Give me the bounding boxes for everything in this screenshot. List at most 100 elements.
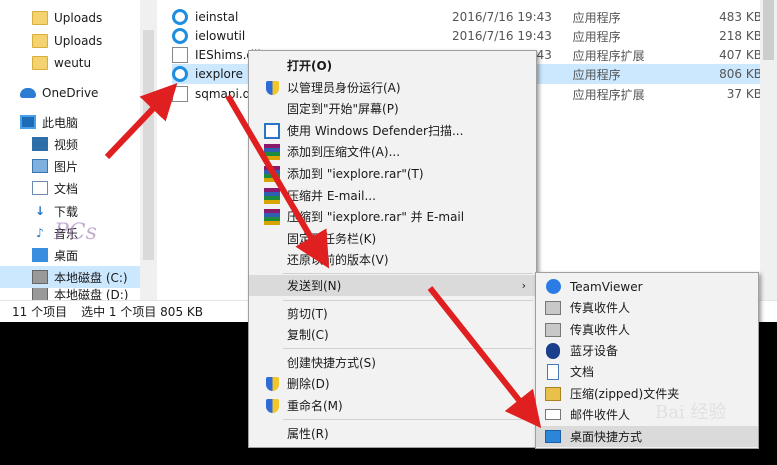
menu-item-label: 重命名(M) xyxy=(287,399,343,413)
menu-item-compress-email[interactable]: 压缩并 E-mail... xyxy=(249,185,536,206)
nav-item-local-disk-c[interactable]: 本地磁盘 (C:) xyxy=(0,266,140,288)
music-icon: ♪ xyxy=(36,226,44,240)
windows-defender-icon xyxy=(264,122,280,139)
disk-icon xyxy=(32,288,48,300)
nav-item-label: 文档 xyxy=(54,181,79,196)
file-row-ieinstal[interactable]: ieinstal 2016/7/16 19:43 应用程序 483 KB xyxy=(172,7,762,27)
uac-shield-icon xyxy=(265,80,279,95)
watermark-baidu-jingyan: Bai 经验 xyxy=(655,402,727,423)
winrar-icon xyxy=(264,165,280,182)
menu-item-label: 还原以前的版本(V) xyxy=(287,253,389,267)
file-size: 218 KB xyxy=(719,29,762,43)
winrar-icon xyxy=(264,143,280,160)
watermark-logo: PCs xyxy=(54,220,97,245)
nav-item-uploads[interactable]: Uploads xyxy=(32,7,102,29)
ie-icon xyxy=(172,9,188,25)
file-size: 806 KB xyxy=(719,67,762,81)
nav-item-label: 此电脑 xyxy=(42,115,79,130)
file-name: ielowutil xyxy=(195,29,246,43)
nav-item-label: 图片 xyxy=(54,159,79,174)
menu-item-run-as-admin[interactable]: 以管理员身份运行(A) xyxy=(249,77,536,98)
menu-item-open[interactable]: 打开(O) xyxy=(249,55,536,76)
this-pc-icon xyxy=(20,115,36,129)
nav-item-desktop[interactable]: 桌面 xyxy=(32,244,78,266)
nav-item-downloads[interactable]: ↓ 下载 xyxy=(32,200,78,222)
send-to-documents[interactable]: 文档 xyxy=(536,361,758,382)
nav-item-label: 桌面 xyxy=(54,248,79,263)
folder-icon xyxy=(32,56,48,70)
menu-item-cut[interactable]: 剪切(T) xyxy=(249,303,536,324)
menu-item-pin-to-start[interactable]: 固定到"开始"屏幕(P) xyxy=(249,98,536,119)
menu-item-label: 打开(O) xyxy=(287,59,333,73)
menu-separator xyxy=(283,419,533,420)
nav-item-uploads-2[interactable]: Uploads xyxy=(32,30,102,52)
file-type: 应用程序 xyxy=(572,67,621,82)
send-to-fax-recipient[interactable]: 传真收件人 xyxy=(536,297,758,318)
menu-separator xyxy=(283,300,533,301)
dll-icon xyxy=(172,47,188,63)
submenu-item-label: 桌面快捷方式 xyxy=(570,430,643,444)
nav-item-documents[interactable]: 文档 xyxy=(32,177,78,199)
menu-separator xyxy=(283,273,533,274)
menu-item-pin-to-taskbar[interactable]: 固定到任务栏(K) xyxy=(249,228,536,249)
menu-item-label: 以管理员身份运行(A) xyxy=(287,81,401,95)
teamviewer-icon xyxy=(545,279,561,294)
nav-item-label: Uploads xyxy=(54,34,103,48)
nav-item-videos[interactable]: 视频 xyxy=(32,133,78,155)
zip-folder-icon xyxy=(545,386,561,401)
nav-item-weutu[interactable]: weutu xyxy=(32,52,91,74)
scrollbar-thumb[interactable] xyxy=(763,0,774,60)
menu-item-properties[interactable]: 属性(R) xyxy=(249,423,536,444)
selection-info: 选中 1 个项目 805 KB xyxy=(81,305,203,319)
menu-item-send-to[interactable]: 发送到(N) › xyxy=(249,275,536,296)
winrar-icon xyxy=(264,187,280,204)
send-to-fax-recipient-2[interactable]: 传真收件人 xyxy=(536,319,758,340)
file-name: ieinstal xyxy=(195,10,239,24)
fax-icon xyxy=(545,322,561,337)
fax-icon xyxy=(545,300,561,315)
nav-item-local-disk-d[interactable]: 本地磁盘 (D:) xyxy=(32,288,128,300)
nav-item-label: 本地磁盘 (D:) xyxy=(54,288,129,300)
file-row-ielowutil[interactable]: ielowutil 2016/7/16 19:43 应用程序 218 KB xyxy=(172,26,762,46)
scrollbar-thumb[interactable] xyxy=(143,30,154,260)
menu-item-add-to-archive[interactable]: 添加到压缩文件(A)... xyxy=(249,141,536,162)
send-to-teamviewer[interactable]: TeamViewer xyxy=(536,276,758,297)
menu-item-label: 使用 Windows Defender扫描... xyxy=(287,124,464,138)
send-to-bluetooth[interactable]: 蓝牙设备 xyxy=(536,340,758,361)
folder-icon xyxy=(32,11,48,25)
nav-item-label: weutu xyxy=(54,56,92,70)
menu-item-label: 压缩到 "iexplore.rar" 并 E-mail xyxy=(287,210,465,224)
menu-item-restore-versions[interactable]: 还原以前的版本(V) xyxy=(249,249,536,270)
item-count: 11 个项目 xyxy=(12,305,68,319)
menu-item-label: 删除(D) xyxy=(287,377,330,391)
nav-item-label: 下载 xyxy=(54,204,79,219)
nav-item-label: Uploads xyxy=(54,11,103,25)
file-date: 2016/7/16 19:43 xyxy=(452,29,552,43)
nav-item-this-pc[interactable]: 此电脑 xyxy=(20,111,78,133)
menu-item-create-shortcut[interactable]: 创建快捷方式(S) xyxy=(249,352,536,373)
menu-item-label: 属性(R) xyxy=(287,427,329,441)
send-to-desktop-shortcut[interactable]: 桌面快捷方式 xyxy=(536,426,758,447)
menu-item-copy[interactable]: 复制(C) xyxy=(249,324,536,345)
menu-item-compress-rar-email[interactable]: 压缩到 "iexplore.rar" 并 E-mail xyxy=(249,206,536,227)
menu-item-add-to-rar[interactable]: 添加到 "iexplore.rar"(T) xyxy=(249,163,536,184)
dll-icon xyxy=(172,86,188,102)
menu-item-defender-scan[interactable]: 使用 Windows Defender扫描... xyxy=(249,120,536,141)
nav-pane-scrollbar[interactable] xyxy=(140,0,157,300)
submenu-item-label: 邮件收件人 xyxy=(570,408,631,422)
nav-item-onedrive[interactable]: OneDrive xyxy=(20,82,98,104)
menu-item-label: 复制(C) xyxy=(287,328,329,342)
mail-icon xyxy=(545,409,561,420)
nav-item-pictures[interactable]: 图片 xyxy=(32,155,78,177)
download-icon: ↓ xyxy=(34,204,46,218)
menu-item-rename[interactable]: 重命名(M) xyxy=(249,395,536,416)
menu-separator xyxy=(283,348,533,349)
navigation-pane: Uploads Uploads weutu OneDrive 此电脑 视频 图片 xyxy=(0,0,140,300)
file-type: 应用程序 xyxy=(572,10,621,25)
file-list-scrollbar[interactable] xyxy=(760,0,777,300)
menu-item-delete[interactable]: 删除(D) xyxy=(249,373,536,394)
uac-shield-icon xyxy=(265,376,279,391)
submenu-arrow-icon: › xyxy=(521,279,526,292)
file-type: 应用程序扩展 xyxy=(572,48,645,63)
documents-icon xyxy=(32,181,48,195)
